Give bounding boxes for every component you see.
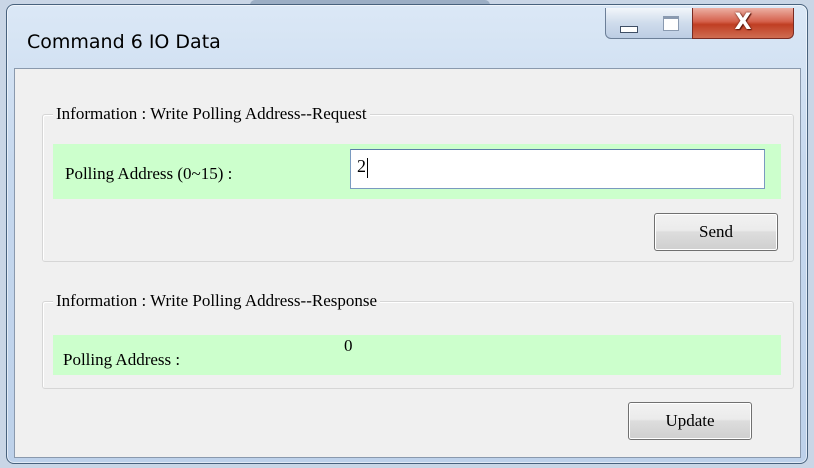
update-button[interactable]: Update <box>628 402 752 440</box>
text-caret <box>367 157 368 178</box>
response-polling-address-value: 0 <box>344 336 353 355</box>
polling-address-input-value: 2 <box>357 156 366 176</box>
title-bar[interactable]: Command 6 IO Data X <box>7 5 807 69</box>
response-group-label: Information : Write Polling Address--Res… <box>53 291 381 311</box>
response-field-row: Polling Address : 0 <box>53 335 781 375</box>
minimize-icon <box>619 25 638 33</box>
close-icon: X <box>734 10 752 35</box>
polling-address-input[interactable]: 2 <box>350 149 765 189</box>
request-groupbox: Information : Write Polling Address--Req… <box>42 104 794 262</box>
maximize-icon <box>663 15 679 31</box>
request-group-label: Information : Write Polling Address--Req… <box>53 104 370 124</box>
dialog-window: Command 6 IO Data X Information : Write … <box>6 4 808 464</box>
close-button[interactable]: X <box>692 8 794 39</box>
minimize-button[interactable] <box>605 8 652 39</box>
response-groupbox: Information : Write Polling Address--Res… <box>42 291 794 389</box>
dialog-client-area: Information : Write Polling Address--Req… <box>14 68 801 458</box>
polling-address-label: Polling Address (0~15) : <box>65 164 233 183</box>
send-button[interactable]: Send <box>654 213 778 251</box>
response-polling-address-label: Polling Address : <box>63 350 181 369</box>
request-field-row: Polling Address (0~15) : 2 <box>53 144 781 199</box>
window-title: Command 6 IO Data <box>27 31 221 53</box>
maximize-button[interactable] <box>650 8 693 39</box>
